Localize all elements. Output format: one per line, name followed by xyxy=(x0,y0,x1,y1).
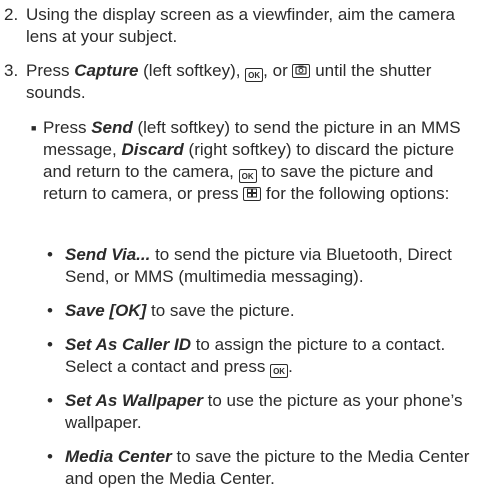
dot-bullet-icon: • xyxy=(47,391,53,410)
option-label: Media Center xyxy=(65,447,172,466)
dot-bullet-icon: • xyxy=(47,447,53,466)
square-bullet-icon: ■ xyxy=(31,123,37,133)
option-save: • Save [OK] to save the picture. xyxy=(47,301,295,320)
ok-key-icon: OK xyxy=(270,364,289,378)
instruction-bullet: ■ Press Send (left softkey) to send the … xyxy=(31,117,481,205)
option-send-via: • Send Via... to send the picture via Bl… xyxy=(47,245,452,286)
step-2: 2. Using the display screen as a viewfin… xyxy=(4,4,474,48)
ok-key-icon: OK xyxy=(238,169,257,183)
step-3: 3. Press Capture (left softkey), OK, or … xyxy=(4,60,474,104)
manual-page: 2. Using the display screen as a viewfin… xyxy=(0,0,485,488)
step-text: Press Capture (left softkey), OK, or unt… xyxy=(26,61,432,102)
dot-bullet-icon: • xyxy=(47,301,53,320)
capture-label: Capture xyxy=(74,61,139,80)
camera-key-icon xyxy=(292,64,311,78)
step-text: Using the display screen as a viewfinder… xyxy=(26,5,455,46)
step-number: 2. xyxy=(4,5,19,24)
dot-bullet-icon: • xyxy=(47,245,53,264)
instruction-text: Press Send (left softkey) to send the pi… xyxy=(43,118,461,203)
discard-label: Discard xyxy=(121,140,184,159)
option-label: Set As Wallpaper xyxy=(65,391,203,410)
send-label: Send xyxy=(91,118,133,137)
menu-key-icon xyxy=(243,187,262,201)
option-label: Save [OK] xyxy=(65,301,147,320)
ok-key-icon: OK xyxy=(245,68,264,82)
option-set-caller-id: • Set As Caller ID to assign the picture… xyxy=(47,335,446,378)
option-set-wallpaper: • Set As Wallpaper to use the picture as… xyxy=(47,391,463,432)
option-label: Send Via... xyxy=(65,245,151,264)
option-media-center: • Media Center to save the picture to th… xyxy=(47,447,470,488)
option-label: Set As Caller ID xyxy=(65,335,191,354)
step-number: 3. xyxy=(4,61,19,80)
dot-bullet-icon: • xyxy=(47,335,53,354)
